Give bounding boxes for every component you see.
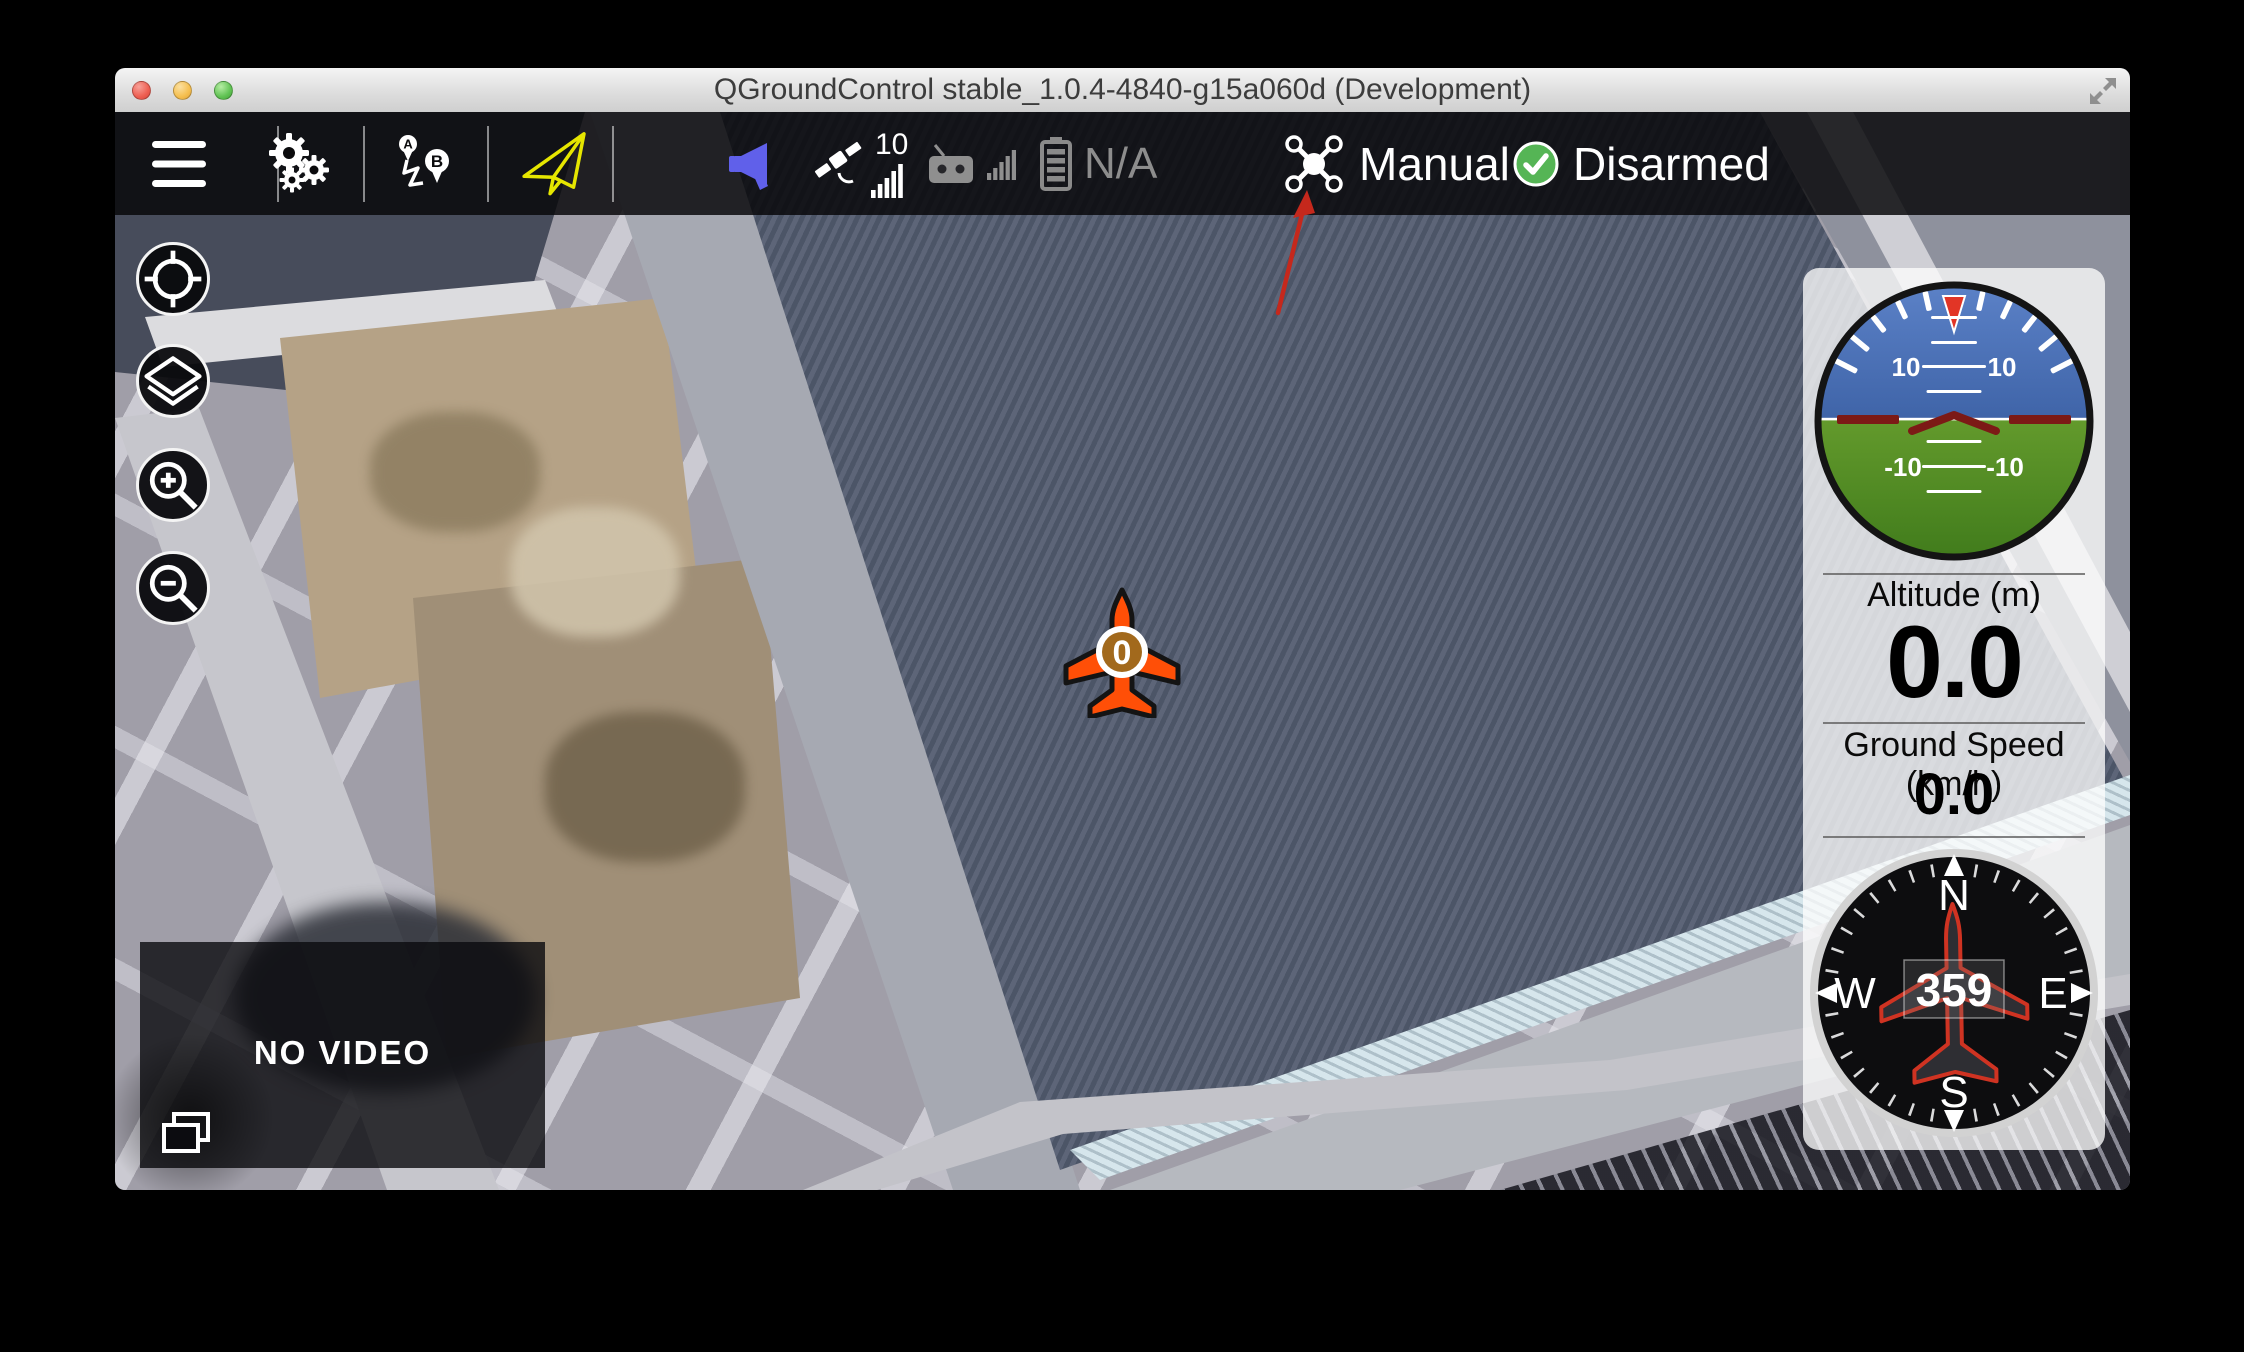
popout-windows-icon[interactable] [158, 1110, 216, 1156]
paper-plane-icon [517, 131, 593, 197]
toolbar-separator [363, 126, 365, 202]
messages-button[interactable] [727, 112, 779, 215]
gps-indicator[interactable]: 10 [813, 112, 908, 215]
battery-status-label: N/A [1084, 139, 1157, 189]
panel-divider [1823, 722, 2085, 724]
rc-signal-bars-icon [987, 147, 1018, 180]
flight-mode-label: Manual [1359, 137, 1510, 191]
toolbar-separator [487, 126, 489, 202]
pitch-label: -10 [1884, 452, 1922, 482]
window-titlebar[interactable]: QGroundControl stable_1.0.4-4840-g15a060… [115, 68, 2130, 113]
check-circle-icon [1511, 139, 1561, 189]
pitch-label: 10 [1988, 352, 2017, 382]
main-toolbar: A B [115, 112, 2130, 215]
panel-divider [1823, 573, 2085, 575]
gps-count-label: 10 [875, 130, 908, 160]
compass-indicator: N E S W 359 [1809, 848, 2099, 1138]
battery-indicator[interactable]: N/A [1038, 112, 1157, 215]
center-map-button[interactable] [136, 242, 210, 316]
desktop-background: QGroundControl stable_1.0.4-4840-g15a060… [0, 0, 2244, 1352]
megaphone-icon [727, 136, 779, 192]
marker-a-label: A [403, 136, 413, 151]
attitude-indicator: 10 10 -10 -10 [1809, 276, 2099, 566]
vehicle-id-label: 0 [1113, 634, 1132, 672]
window-title: QGroundControl stable_1.0.4-4840-g15a060… [115, 73, 2130, 107]
settings-button[interactable] [265, 112, 335, 215]
zoom-out-button[interactable] [136, 551, 210, 625]
gears-icon [265, 133, 335, 195]
plan-button[interactable]: A B [395, 112, 455, 215]
pitch-label: -10 [1986, 452, 2024, 482]
menu-button[interactable] [152, 112, 206, 215]
map-type-button[interactable] [136, 344, 210, 418]
satellite-icon [813, 139, 865, 189]
arm-status-button[interactable]: Disarmed [1511, 112, 1770, 215]
minimize-button[interactable] [173, 81, 192, 100]
layers-icon [139, 349, 207, 413]
close-button[interactable] [132, 81, 151, 100]
arm-status-label: Disarmed [1573, 137, 1770, 191]
annotation-arrow [1255, 176, 1335, 336]
rc-transmitter-icon [925, 143, 977, 185]
zoom-in-button[interactable] [136, 448, 210, 522]
ground-speed-value: 0.0 [1803, 762, 2105, 828]
video-widget[interactable]: NO VIDEO [140, 942, 545, 1168]
instrument-panel: 10 10 -10 -10 Altitude (m) 0.0 Ground Sp… [1803, 268, 2105, 1150]
gps-signal-bars-icon [871, 162, 905, 198]
fullscreen-icon[interactable] [2086, 74, 2120, 108]
vehicle-marker[interactable]: 0 [1062, 586, 1182, 718]
battery-icon [1038, 137, 1074, 191]
fly-button[interactable] [517, 112, 593, 215]
map-imagery-layer [370, 412, 540, 532]
route-ab-icon: A B [395, 133, 455, 195]
pitch-label: 10 [1892, 352, 1921, 382]
gps-signal: 10 [871, 130, 908, 198]
compass-west-label: W [1834, 969, 1876, 1018]
compass-heading-value: 359 [1916, 964, 1993, 1016]
rc-rssi-indicator[interactable] [925, 112, 1018, 215]
maximize-button[interactable] [214, 81, 233, 100]
no-video-label: NO VIDEO [140, 1034, 545, 1072]
map-imagery-layer [510, 507, 680, 637]
compass-east-label: E [2038, 969, 2067, 1018]
panel-divider [1823, 836, 2085, 838]
zoom-in-icon [139, 449, 207, 521]
zoom-out-icon [139, 552, 207, 624]
hamburger-icon [152, 141, 206, 187]
qgroundcontrol-window: QGroundControl stable_1.0.4-4840-g15a060… [115, 68, 2130, 1190]
altitude-value: 0.0 [1803, 604, 2105, 720]
toolbar-separator [612, 126, 614, 202]
marker-b-label: B [431, 152, 443, 171]
map-imagery-layer [545, 712, 745, 862]
crosshair-icon [139, 243, 207, 315]
window-controls [132, 68, 233, 112]
